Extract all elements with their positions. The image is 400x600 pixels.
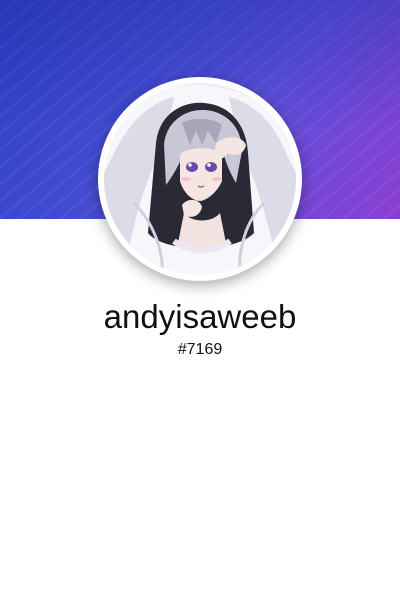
avatar-image — [104, 83, 296, 275]
avatar[interactable] — [104, 83, 296, 275]
user-discriminator: #7169 — [177, 341, 223, 358]
avatar-frame[interactable] — [98, 77, 302, 281]
username: andyisaweeb — [103, 298, 297, 335]
profile-card: andyisaweeb #7169 — [0, 0, 400, 600]
